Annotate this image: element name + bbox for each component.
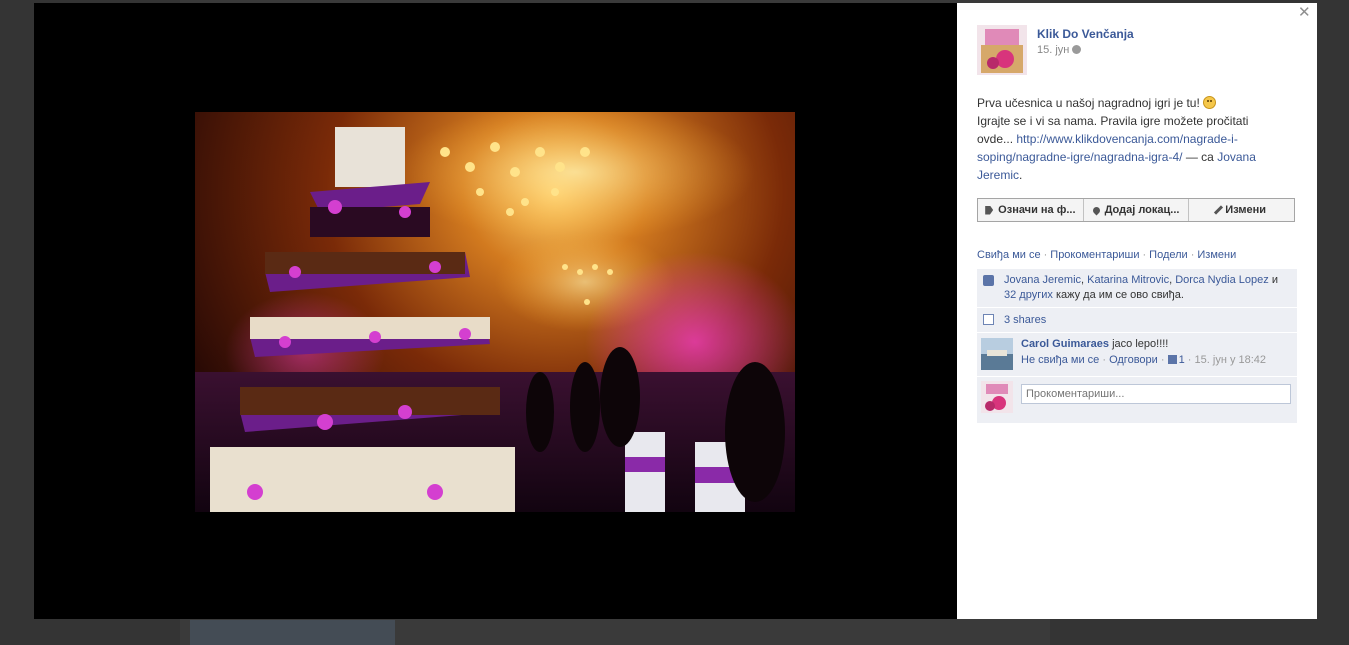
comment-input[interactable] xyxy=(1021,384,1291,404)
add-location-button[interactable]: Додај локац... xyxy=(1084,199,1190,221)
feedback-box: Jovana Jeremic, Katarina Mitrovic, Dorca… xyxy=(977,269,1297,423)
likes-and: и xyxy=(1271,274,1278,286)
like-count-icon xyxy=(1167,355,1177,364)
globe-icon[interactable] xyxy=(1072,45,1082,54)
commenter-name-link[interactable]: Carol Guimaraes xyxy=(1021,338,1109,350)
shares-link[interactable]: 3 shares xyxy=(1004,314,1046,326)
add-location-label: Додај локац... xyxy=(1104,204,1180,216)
comment-unlike-link[interactable]: Не свиђа ми се xyxy=(1021,354,1099,366)
with-prefix: — са xyxy=(1185,150,1214,164)
comment-meta: Не свиђа ми се · Одговори · 1 · 15. јун … xyxy=(1021,354,1267,366)
share-icon xyxy=(983,314,994,325)
post-actions: Свиђа ми се · Прокоментариши · Подели · Измени xyxy=(977,249,1237,261)
comment-text: jaco lepo!!!! xyxy=(1112,338,1169,350)
reply-row xyxy=(977,377,1297,423)
current-user-avatar xyxy=(981,381,1013,413)
post-date[interactable]: 15. јун xyxy=(1037,44,1069,56)
photo-actions-toolbar: Означи на ф... Додај локац... Измени xyxy=(977,198,1295,222)
likes-others-link[interactable]: 32 других xyxy=(1004,289,1053,301)
close-icon[interactable]: ✕ xyxy=(1298,5,1311,20)
post-meta: 15. јун xyxy=(1037,44,1082,56)
likes-row: Jovana Jeremic, Katarina Mitrovic, Dorca… xyxy=(977,269,1297,308)
edit-label: Измени xyxy=(1225,204,1267,216)
comment-item: Carol Guimaraes jaco lepo!!!! Не свиђа м… xyxy=(977,333,1297,377)
location-pin-icon xyxy=(1091,205,1102,215)
edit-button[interactable]: Измени xyxy=(1189,199,1294,221)
post-author-link[interactable]: Klik Do Venčanja xyxy=(1037,27,1134,41)
share-link[interactable]: Подели xyxy=(1149,249,1188,261)
commenter-avatar[interactable] xyxy=(981,338,1013,370)
photo-stage[interactable] xyxy=(34,3,957,619)
comment-reply-link[interactable]: Одговори xyxy=(1109,354,1158,366)
pencil-icon xyxy=(1214,205,1224,215)
edit-link[interactable]: Измени xyxy=(1197,249,1236,261)
smiley-icon xyxy=(1202,96,1216,109)
like-thumb-icon xyxy=(983,275,994,286)
like-link[interactable]: Свиђа ми се xyxy=(977,249,1041,261)
shares-row: 3 shares xyxy=(977,308,1297,333)
liker-2-link[interactable]: Katarina Mitrovic xyxy=(1087,274,1169,286)
likes-suffix: кажу да им се ово свиђа. xyxy=(1055,289,1184,301)
post-text: Prva učesnica u našoj nagradnoj igri je … xyxy=(977,94,1282,184)
post-panel: ✕ Klik Do Venčanja 15. јун Prva učesnica… xyxy=(957,3,1317,619)
comment-body: Carol Guimaraes jaco lepo!!!! Не свиђа м… xyxy=(1021,338,1289,366)
comment-timestamp[interactable]: 15. јун у 18:42 xyxy=(1195,354,1267,366)
tag-photo-label: Означи на ф... xyxy=(998,204,1076,216)
liker-1-link[interactable]: Jovana Jeremic xyxy=(1004,274,1081,286)
tag-photo-button[interactable]: Означи на ф... xyxy=(978,199,1084,221)
comment-like-count[interactable]: 1 xyxy=(1179,354,1185,366)
tag-icon xyxy=(985,205,994,215)
post-photo[interactable] xyxy=(195,112,795,512)
author-avatar[interactable] xyxy=(977,25,1027,75)
liker-3-link[interactable]: Dorca Nydia Lopez xyxy=(1175,274,1269,286)
background-thumbnail xyxy=(190,620,395,645)
comment-link[interactable]: Прокоментариши xyxy=(1050,249,1139,261)
post-text-line1: Prva učesnica u našoj nagradnoj igri je … xyxy=(977,96,1200,110)
likes-sentence: Jovana Jeremic, Katarina Mitrovic, Dorca… xyxy=(1004,274,1278,301)
with-suffix: . xyxy=(1019,168,1023,182)
